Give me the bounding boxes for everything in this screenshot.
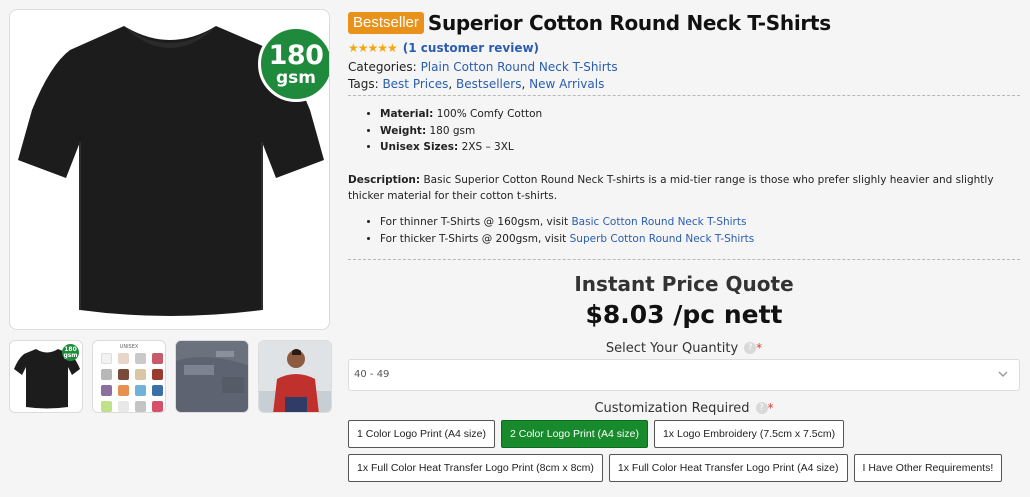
- main-product-image[interactable]: 180 gsm: [9, 9, 330, 330]
- option-logo-embroidery[interactable]: 1x Logo Embroidery (7.5cm x 7.5cm): [653, 419, 845, 448]
- gsm-badge-number: 180: [268, 39, 324, 71]
- quantity-label: Select Your Quantity: [605, 340, 739, 356]
- price-quote-title: Instant Price Quote: [574, 271, 794, 296]
- related-link-thinner: For thinner T-Shirts @ 160gsm, visit Bas…: [380, 214, 1020, 231]
- customer-review-link[interactable]: (1 customer review): [403, 41, 539, 55]
- option-heat-transfer-8cm[interactable]: 1x Full Color Heat Transfer Logo Print (…: [348, 453, 603, 482]
- product-details: Bestseller Superior Cotton Round Neck T-…: [348, 8, 1020, 482]
- related-links: For thinner T-Shirts @ 160gsm, visit Bas…: [380, 214, 1020, 248]
- required-asterisk-icon: *: [756, 340, 763, 355]
- fabric-image: [176, 341, 248, 412]
- customization-options: 1 Color Logo Print (A4 size) 2 Color Log…: [348, 419, 1020, 482]
- category-link[interactable]: Plain Cotton Round Neck T-Shirts: [421, 60, 618, 74]
- tag-link-best-prices[interactable]: Best Prices: [382, 77, 448, 91]
- help-icon[interactable]: ?: [755, 402, 768, 414]
- quantity-selected-value: 40 - 49: [354, 368, 390, 380]
- star-rating-icon: ★★★★★: [348, 41, 398, 55]
- thumbnail-color-chart[interactable]: UNISEX: [92, 340, 166, 413]
- description-text: Basic Superior Cotton Round Neck T-shirt…: [348, 173, 994, 202]
- divider: [348, 95, 1020, 96]
- divider: [348, 258, 1020, 260]
- option-other-requirements[interactable]: I Have Other Requirements!: [853, 453, 1003, 482]
- help-icon[interactable]: ?: [744, 342, 757, 354]
- chevron-down-icon: [998, 371, 1008, 377]
- gsm-badge: 180 gsm: [258, 26, 329, 102]
- required-asterisk-icon: *: [767, 400, 774, 415]
- title-row: Bestseller Superior Cotton Round Neck T-…: [348, 8, 1020, 38]
- thumbnail-black-tshirt[interactable]: 180 gsm: [9, 340, 83, 413]
- option-1-color-logo-print[interactable]: 1 Color Logo Print (A4 size): [348, 419, 495, 448]
- tags-label: Tags:: [348, 77, 379, 91]
- spec-weight: Weight: 180 gsm: [380, 123, 1020, 140]
- bestseller-badge: Bestseller: [348, 12, 424, 34]
- quantity-label-row: Select Your Quantity? *: [348, 341, 1020, 356]
- customization-label-row: Customization Required? *: [348, 401, 1020, 416]
- product-description: Description: Basic Superior Cotton Round…: [348, 172, 1020, 204]
- thumbnail-label: UNISEX: [119, 344, 139, 350]
- thumbnail-fabric-tag[interactable]: [175, 340, 249, 413]
- superb-cotton-link[interactable]: Superb Cotton Round Neck T-Shirts: [570, 233, 755, 245]
- spec-sizes: Unisex Sizes: 2XS – 3XL: [380, 139, 1020, 156]
- thumbnail-gsm-badge: 180 gsm: [62, 344, 79, 361]
- quantity-select[interactable]: 40 - 49: [348, 358, 1020, 391]
- basic-cotton-link[interactable]: Basic Cotton Round Neck T-Shirts: [571, 216, 746, 228]
- related-link-thicker: For thicker T-Shirts @ 200gsm, visit Sup…: [380, 231, 1020, 248]
- product-title: Superior Cotton Round Neck T-Shirts: [427, 11, 831, 35]
- customization-label: Customization Required: [594, 400, 750, 416]
- price-quote-value: $8.03 /pc nett: [585, 299, 783, 329]
- spec-list: Material: 100% Comfy Cotton Weight: 180 …: [380, 106, 1020, 156]
- categories-row: Categories: Plain Cotton Round Neck T-Sh…: [348, 59, 1020, 75]
- tag-link-new-arrivals[interactable]: New Arrivals: [529, 77, 604, 91]
- color-swatches: [101, 353, 163, 412]
- thumbnail-model-photo[interactable]: [258, 340, 332, 413]
- option-heat-transfer-a4[interactable]: 1x Full Color Heat Transfer Logo Print (…: [608, 453, 848, 482]
- spec-material: Material: 100% Comfy Cotton: [380, 106, 1020, 123]
- rating-row: ★★★★★ (1 customer review): [348, 40, 1020, 56]
- description-label: Description:: [348, 173, 421, 186]
- thumbnail-strip: 180 gsm UNISEX: [9, 340, 332, 413]
- tag-link-bestsellers[interactable]: Bestsellers: [456, 77, 521, 91]
- option-2-color-logo-print[interactable]: 2 Color Logo Print (A4 size): [500, 419, 648, 448]
- gsm-badge-unit: gsm: [275, 67, 316, 88]
- model-image: [259, 341, 331, 412]
- categories-label: Categories:: [348, 60, 417, 74]
- tags-row: Tags: Best Prices, Bestsellers, New Arri…: [348, 77, 605, 91]
